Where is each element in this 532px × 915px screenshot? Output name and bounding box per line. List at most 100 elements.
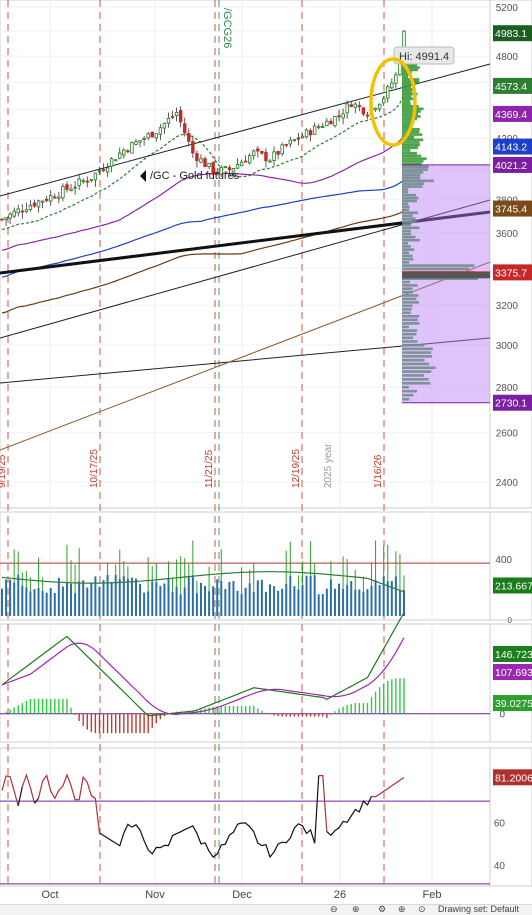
macd-badge-label: 107.693 (495, 667, 532, 679)
candle-body (361, 107, 366, 115)
candle-body (44, 198, 49, 201)
candle-body (122, 149, 126, 156)
candle-body (101, 169, 106, 171)
candle-body (0, 218, 4, 221)
candle-body (252, 150, 256, 156)
candle-body (113, 159, 118, 162)
move-icon[interactable]: ⊕ (352, 905, 360, 915)
rsi-badge-label: 81.2006 (495, 772, 532, 784)
price-badge-label: 4573.4 (495, 81, 527, 93)
volume-profile-bar (402, 85, 411, 88)
candle-body (89, 179, 94, 182)
volume-badge-label: 213.667 (495, 580, 532, 592)
candle-body (97, 170, 102, 173)
candle-body (292, 139, 297, 142)
year-label: 2025 year (323, 443, 334, 488)
volume-tick-label: 0 (508, 616, 513, 625)
candle-body (195, 153, 199, 162)
volume-profile-bar (402, 90, 413, 93)
date-label: 1/16/26 (373, 454, 384, 488)
candle-body (187, 132, 191, 142)
candle-body (93, 172, 98, 181)
candle-body (304, 129, 309, 138)
candle-body (36, 200, 41, 208)
candle-body (32, 202, 37, 207)
price-tick-label: 3000 (496, 341, 519, 352)
settings-icon[interactable]: ⚙ (378, 905, 386, 915)
candle-body (329, 120, 333, 125)
price-badge-label: 3375.7 (495, 267, 527, 279)
candle-body (284, 144, 288, 146)
macd-tick-label: 0 (499, 710, 505, 721)
zoom-out-icon[interactable]: ⊖ (330, 905, 338, 915)
candle-body (73, 186, 77, 189)
volume-profile-bar (402, 143, 420, 147)
pin-icon[interactable]: ⊙ (418, 905, 426, 915)
volume-profile-bar (402, 95, 412, 98)
poc-band (402, 272, 490, 279)
volume-profile-bar (402, 115, 421, 118)
price-tick-label: 2600 (496, 429, 519, 440)
candle-body (65, 184, 69, 190)
candle-body (308, 130, 313, 136)
value-area (402, 278, 490, 403)
candle-body (365, 114, 370, 117)
candle-body (276, 151, 280, 155)
candle-body (345, 103, 349, 114)
volume-profile-bar (402, 82, 412, 86)
macd-badge-label: 146.723 (495, 649, 532, 661)
candle-body (142, 138, 146, 140)
x-tick-label: Dec (232, 889, 252, 901)
price-tick-label: 2800 (496, 383, 519, 394)
candle-body (288, 139, 293, 145)
candle-body (4, 217, 8, 220)
candle-body (223, 166, 228, 168)
candle-body (207, 162, 211, 167)
candle-body (373, 107, 378, 111)
candle-body (8, 213, 12, 219)
candle-body (341, 113, 345, 119)
gold-futures-chart[interactable]: OctNovDec26Feb24002600280030003200340036… (0, 0, 532, 904)
rsi-tick-label: 40 (494, 861, 506, 872)
candle-body (170, 116, 175, 118)
candle-body (49, 195, 53, 202)
candle-body (16, 208, 20, 214)
x-tick-label: Nov (145, 889, 165, 901)
candle-body (235, 164, 240, 169)
rsi-tick-label: 60 (494, 818, 506, 829)
candle-body (386, 86, 390, 99)
candle-body (146, 133, 150, 139)
price-badge-label: 4983.1 (495, 28, 527, 40)
price-tick-label: 5200 (496, 3, 519, 14)
volume-profile-bar (402, 100, 411, 103)
price-badge-label: 3745.4 (495, 204, 527, 216)
candle-body (321, 125, 325, 128)
x-tick-label: Oct (41, 889, 58, 901)
volume-profile-bar (402, 154, 422, 158)
candle-body (357, 105, 362, 108)
candle-body (337, 115, 341, 118)
candle-body (260, 151, 264, 154)
candle-body (296, 137, 301, 140)
price-tick-label: 3200 (496, 301, 519, 312)
candle-body (247, 155, 252, 164)
candle-body (40, 200, 45, 203)
candle-body (390, 82, 394, 89)
date-label: 11/21/25 (204, 449, 215, 488)
cursor-icon[interactable]: ⊕ (398, 905, 406, 915)
contract-label: /GCG26 (221, 8, 233, 48)
volume-profile-bar (402, 75, 409, 79)
candle-body (28, 204, 33, 211)
candle-body (300, 135, 305, 139)
candle-body (109, 158, 114, 167)
candle-body (317, 126, 321, 129)
price-badge-label: 4021.2 (495, 160, 527, 172)
candle-body (138, 140, 142, 143)
candle-body (162, 122, 167, 129)
volume-profile-bar (402, 87, 413, 91)
candle-body (61, 185, 65, 199)
candle-body (268, 160, 272, 163)
candle-body (333, 116, 337, 127)
candle-body (264, 151, 268, 162)
candle-body (134, 141, 138, 145)
